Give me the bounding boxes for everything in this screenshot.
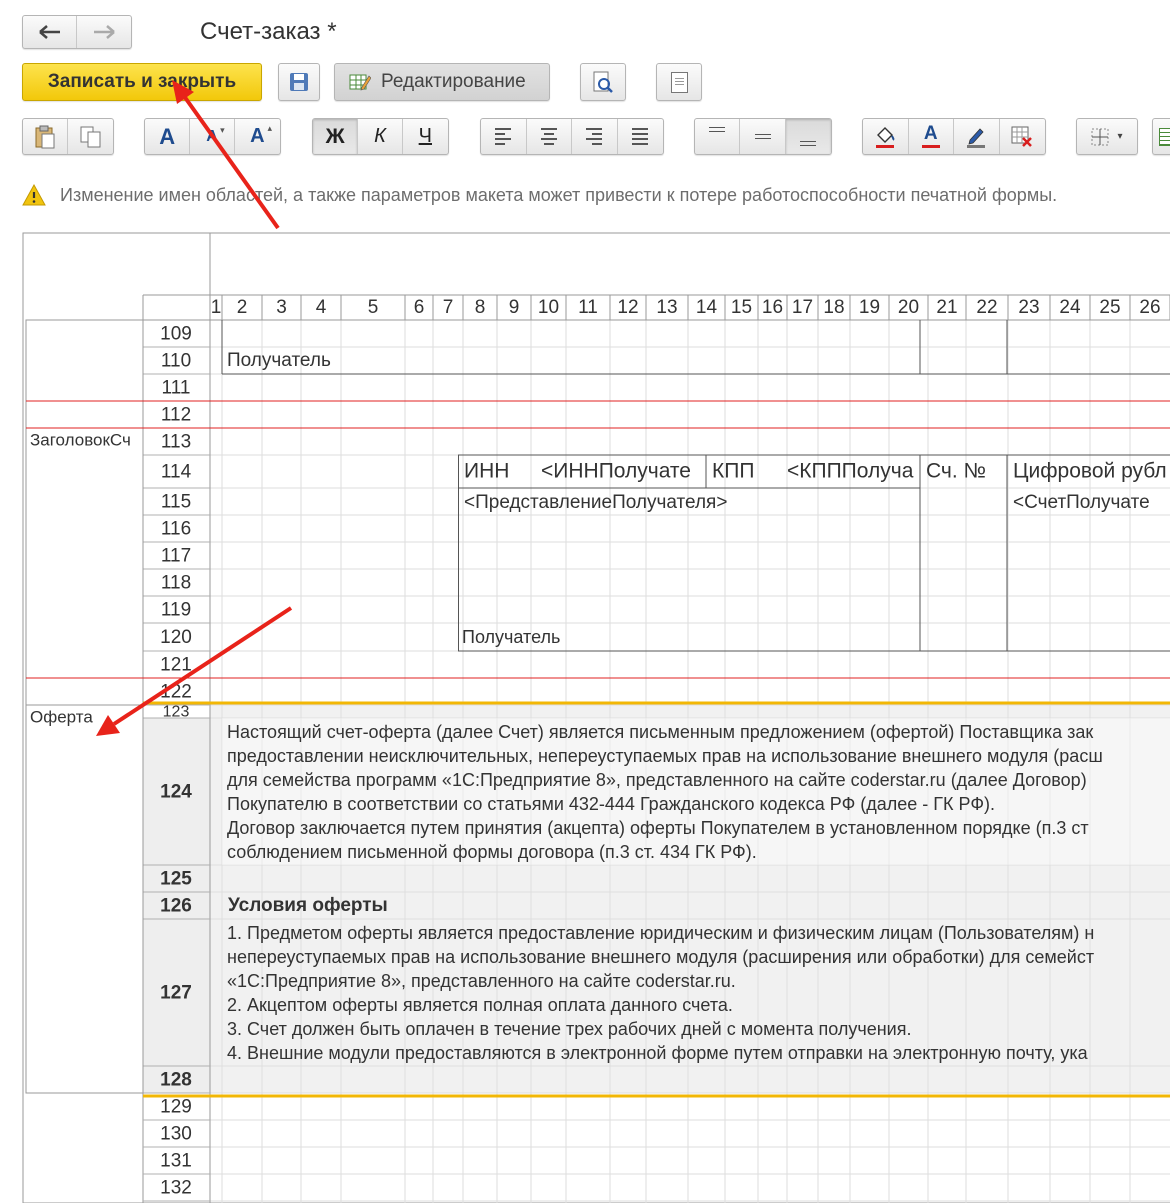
annotation-arrowhead-save <box>172 80 194 104</box>
annotation-arrow-offer <box>112 606 293 726</box>
annotation-arrowhead-offer <box>96 715 120 736</box>
annotation-arrows <box>96 80 293 736</box>
annotation-arrow-save <box>182 94 280 230</box>
